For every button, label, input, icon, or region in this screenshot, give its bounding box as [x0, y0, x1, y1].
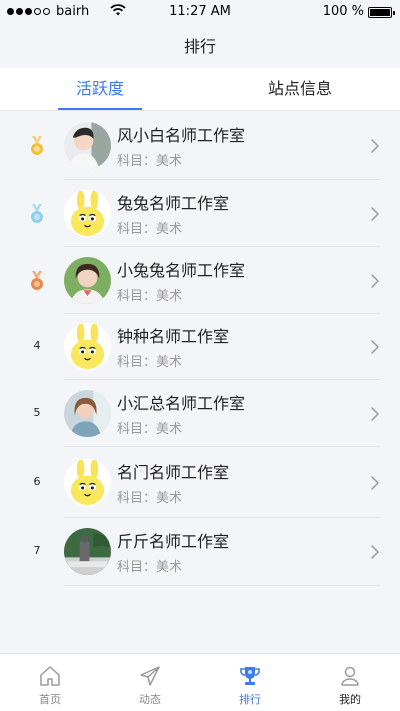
- ranking-row[interactable]: 6 名门名师工作室科目：美术: [0, 447, 400, 518]
- bottom-tab-label: 排行: [239, 693, 261, 706]
- ranking-row[interactable]: 7 斤斤名师工作室科目：美术: [0, 518, 400, 586]
- bottom-tab-bar: 首页 动态 排行 我的: [0, 653, 400, 711]
- studio-subject: 科目：美术: [117, 289, 183, 304]
- studio-name: 钟种名师工作室: [117, 327, 230, 346]
- gold-medal-icon: [31, 136, 43, 155]
- tab-activity[interactable]: 活跃度: [0, 68, 200, 110]
- home-icon: [40, 666, 60, 686]
- row-divider: [64, 585, 380, 586]
- studio-name: 名门名师工作室: [117, 463, 230, 482]
- bottom-tab-label: 动态: [139, 693, 161, 706]
- rank-number: 6: [33, 475, 41, 488]
- studio-subject: 科目：美术: [117, 355, 183, 370]
- avatar: [64, 528, 111, 575]
- studio-name: 兔兔名师工作室: [117, 194, 230, 213]
- bottom-tab-mine[interactable]: 我的: [300, 654, 400, 711]
- avatar: [64, 323, 111, 370]
- rank-number: 7: [33, 544, 41, 557]
- battery-percentage: 100 %: [322, 4, 364, 19]
- chevron-right-icon: [371, 139, 379, 153]
- trophy-icon: [240, 667, 260, 685]
- battery-icon: [368, 7, 395, 18]
- chevron-right-icon: [371, 476, 379, 490]
- studio-name: 斤斤名师工作室: [117, 532, 230, 551]
- user-icon: [341, 666, 359, 686]
- ranking-row[interactable]: 风小白名师工作室科目：美术: [0, 112, 400, 180]
- silver-medal-icon: [31, 204, 43, 223]
- studio-name: 风小白名师工作室: [117, 126, 246, 145]
- bronze-medal-icon: [31, 271, 43, 290]
- studio-name: 小汇总名师工作室: [117, 394, 246, 413]
- studio-subject: 科目：美术: [117, 422, 183, 437]
- bottom-tab-ranking[interactable]: 排行: [200, 654, 300, 711]
- avatar: [64, 122, 111, 169]
- segment-tabs: 活跃度 站点信息: [0, 68, 400, 111]
- bottom-tab-label: 我的: [339, 693, 361, 706]
- status-bar: bairh 11:27 AM 100 %: [0, 0, 400, 24]
- studio-subject: 科目：美术: [117, 154, 183, 169]
- bottom-tab-feed[interactable]: 动态: [100, 654, 200, 711]
- ranking-row[interactable]: 兔兔名师工作室科目：美术: [0, 180, 400, 247]
- chevron-right-icon: [371, 545, 379, 559]
- chevron-right-icon: [371, 340, 379, 354]
- bottom-tab-label: 首页: [39, 693, 61, 706]
- ranking-row[interactable]: 5 小汇总名师工作室科目：美术: [0, 380, 400, 447]
- tab-site-info[interactable]: 站点信息: [200, 68, 400, 110]
- bottom-tab-home[interactable]: 首页: [0, 654, 100, 711]
- avatar: [64, 459, 111, 506]
- avatar: [64, 390, 111, 437]
- rank-number: 5: [33, 406, 41, 419]
- ranking-list: 风小白名师工作室 科目：美术 兔兔名师工作室 科目：美术 小兔兔名师工作室 科目：美术 4 钟…: [0, 112, 400, 586]
- chevron-right-icon: [371, 407, 379, 421]
- chevron-right-icon: [371, 274, 379, 288]
- avatar: [64, 190, 111, 237]
- studio-subject: 科目：美术: [117, 222, 183, 237]
- ranking-row[interactable]: 小兔兔名师工作室科目：美术: [0, 247, 400, 314]
- send-icon: [140, 666, 160, 686]
- studio-subject: 科目：美术: [117, 491, 183, 506]
- avatar: [64, 257, 111, 304]
- studio-name: 小兔兔名师工作室: [117, 261, 246, 280]
- studio-subject: 科目：美术: [117, 560, 183, 575]
- page-title: 排行: [183, 37, 216, 56]
- chevron-right-icon: [371, 207, 379, 221]
- rank-number: 4: [33, 339, 41, 352]
- ranking-row[interactable]: 4 钟种名师工作室科目：美术: [0, 314, 400, 380]
